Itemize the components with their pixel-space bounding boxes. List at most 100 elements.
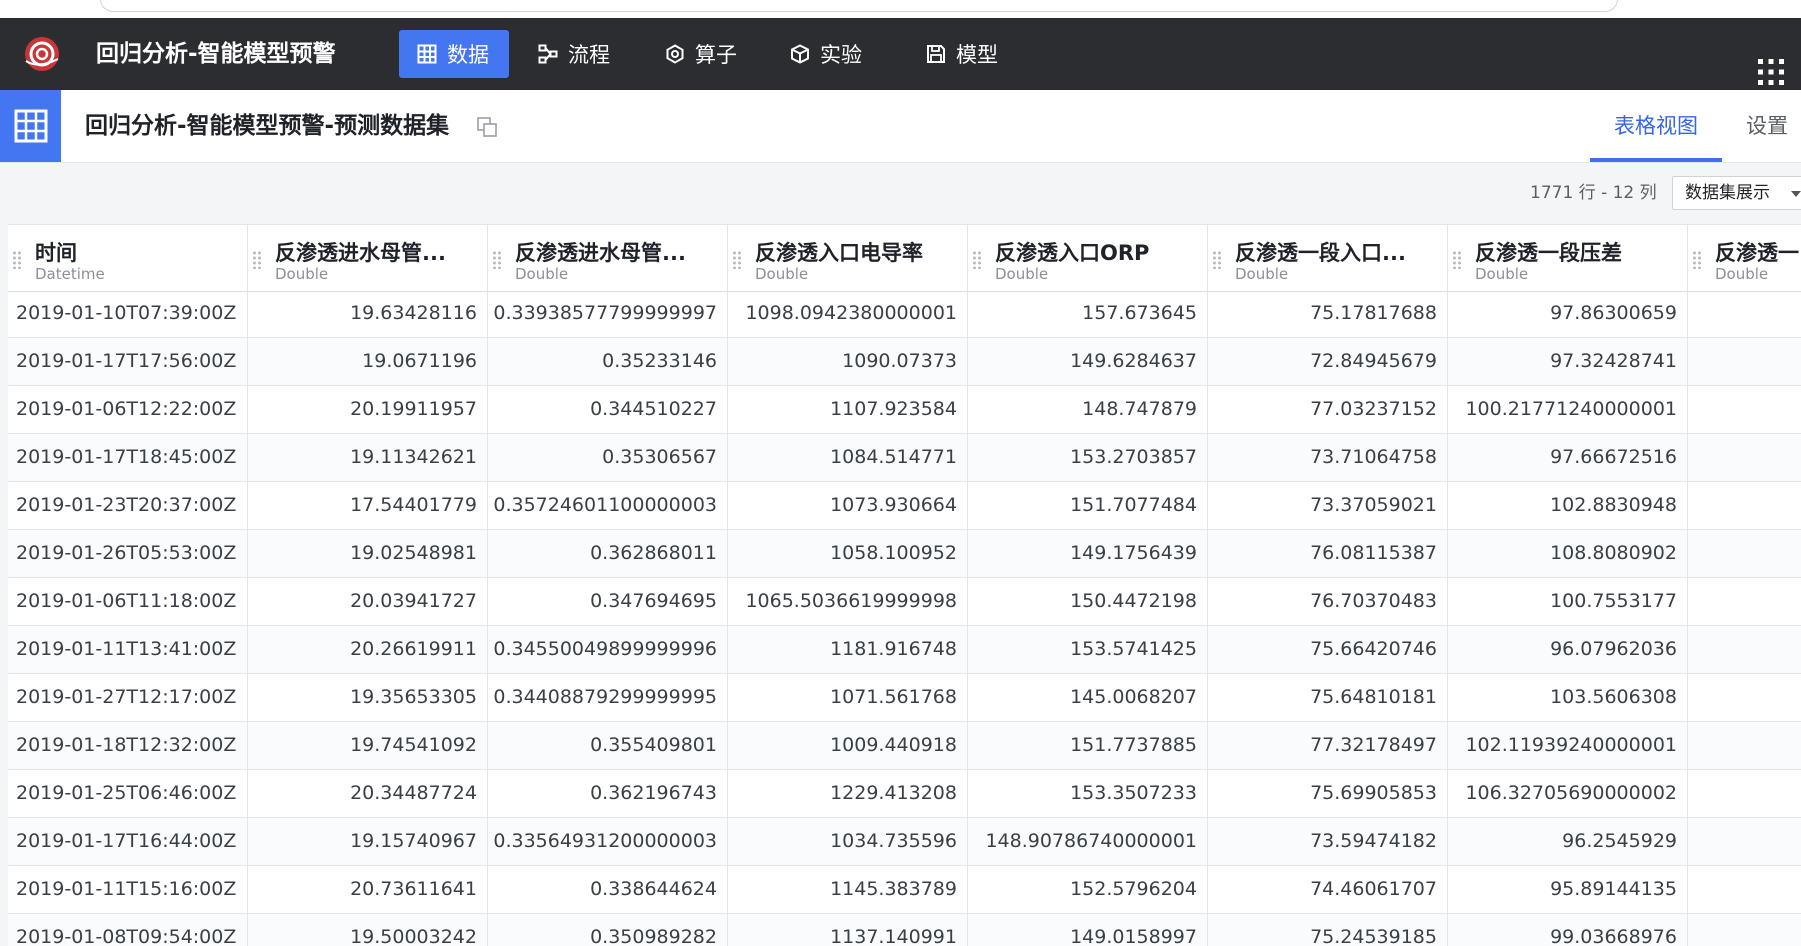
drag-handle-icon[interactable]	[12, 251, 22, 269]
drag-handle-icon[interactable]	[972, 251, 982, 269]
value-cell[interactable]: 0.347694695	[488, 578, 728, 625]
value-cell[interactable]: 0.362196743	[488, 770, 728, 817]
value-cell[interactable]: 152.5796204	[968, 866, 1208, 913]
column-header[interactable]: 反渗透进水母管... Double	[248, 225, 488, 291]
value-cell[interactable]: 0.33938577799999997	[488, 290, 728, 337]
value-cell[interactable]: 102.8830948	[1448, 482, 1688, 529]
browser-url-bar[interactable]	[100, 0, 1618, 12]
value-cell[interactable]: 1145.383789	[728, 866, 968, 913]
value-cell[interactable]: 76.70370483	[1208, 578, 1448, 625]
value-cell[interactable]	[1688, 722, 1801, 769]
table-row[interactable]: 2019-01-18T12:32:00Z 19.74541092 0.3554098…	[8, 722, 1801, 770]
value-cell[interactable]	[1688, 818, 1801, 865]
value-cell[interactable]: 1181.916748	[728, 626, 968, 673]
time-cell[interactable]: 2019-01-26T05:53:00Z	[8, 530, 248, 577]
table-row[interactable]: 2019-01-10T07:39:00Z 19.63428116 0.3393857…	[8, 290, 1801, 338]
value-cell[interactable]: 19.50003242	[248, 914, 488, 946]
value-cell[interactable]: 0.338644624	[488, 866, 728, 913]
value-cell[interactable]: 1137.140991	[728, 914, 968, 946]
value-cell[interactable]: 1009.440918	[728, 722, 968, 769]
time-cell[interactable]: 2019-01-06T11:18:00Z	[8, 578, 248, 625]
value-cell[interactable]: 19.63428116	[248, 290, 488, 337]
value-cell[interactable]	[1688, 290, 1801, 337]
value-cell[interactable]: 1065.5036619999998	[728, 578, 968, 625]
drag-handle-icon[interactable]	[492, 251, 502, 269]
value-cell[interactable]	[1688, 530, 1801, 577]
value-cell[interactable]	[1688, 866, 1801, 913]
value-cell[interactable]: 19.74541092	[248, 722, 488, 769]
value-cell[interactable]	[1688, 674, 1801, 721]
value-cell[interactable]: 75.69905853	[1208, 770, 1448, 817]
column-header[interactable]: 反渗透一段压差 Double	[1448, 225, 1688, 291]
time-cell[interactable]: 2019-01-10T07:39:00Z	[8, 290, 248, 337]
value-cell[interactable]: 19.0671196	[248, 338, 488, 385]
time-cell[interactable]: 2019-01-27T12:17:00Z	[8, 674, 248, 721]
value-cell[interactable]	[1688, 578, 1801, 625]
value-cell[interactable]: 1034.735596	[728, 818, 968, 865]
value-cell[interactable]	[1688, 770, 1801, 817]
value-cell[interactable]: 1090.07373	[728, 338, 968, 385]
value-cell[interactable]	[1688, 914, 1801, 946]
apps-grid-icon[interactable]	[1758, 59, 1784, 85]
time-cell[interactable]: 2019-01-11T15:16:00Z	[8, 866, 248, 913]
time-cell[interactable]: 2019-01-25T06:46:00Z	[8, 770, 248, 817]
table-row[interactable]: 2019-01-23T20:37:00Z 17.54401779 0.3572460…	[8, 482, 1801, 530]
value-cell[interactable]: 20.19911957	[248, 386, 488, 433]
value-cell[interactable]: 1229.413208	[728, 770, 968, 817]
nav-tab-flow[interactable]: 流程	[538, 30, 610, 78]
table-row[interactable]: 2019-01-17T17:56:00Z 19.0671196 0.35233146…	[8, 338, 1801, 386]
table-row[interactable]: 2019-01-06T11:18:00Z 20.03941727 0.3476946…	[8, 578, 1801, 626]
value-cell[interactable]	[1688, 386, 1801, 433]
value-cell[interactable]: 96.2545929	[1448, 818, 1688, 865]
value-cell[interactable]: 20.73611641	[248, 866, 488, 913]
value-cell[interactable]: 1098.0942380000001	[728, 290, 968, 337]
table-row[interactable]: 2019-01-08T09:54:00Z 19.50003242 0.3509892…	[8, 914, 1801, 946]
value-cell[interactable]: 0.33564931200000003	[488, 818, 728, 865]
value-cell[interactable]: 99.03668976	[1448, 914, 1688, 946]
value-cell[interactable]: 153.2703857	[968, 434, 1208, 481]
drag-handle-icon[interactable]	[1452, 251, 1462, 269]
value-cell[interactable]: 97.66672516	[1448, 434, 1688, 481]
value-cell[interactable]: 149.1756439	[968, 530, 1208, 577]
value-cell[interactable]: 20.03941727	[248, 578, 488, 625]
value-cell[interactable]: 151.7737885	[968, 722, 1208, 769]
value-cell[interactable]: 0.35233146	[488, 338, 728, 385]
dataset-view-select[interactable]: 数据集展示	[1672, 176, 1801, 210]
value-cell[interactable]: 19.02548981	[248, 530, 488, 577]
value-cell[interactable]	[1688, 626, 1801, 673]
column-header[interactable]: 时间 Datetime	[8, 225, 248, 291]
value-cell[interactable]: 73.59474182	[1208, 818, 1448, 865]
value-cell[interactable]: 96.07962036	[1448, 626, 1688, 673]
nav-tab-experiment[interactable]: 实验	[790, 30, 862, 78]
value-cell[interactable]: 1058.100952	[728, 530, 968, 577]
column-header[interactable]: 反渗透入口ORP Double	[968, 225, 1208, 291]
value-cell[interactable]: 100.7553177	[1448, 578, 1688, 625]
nav-tab-data[interactable]: 数据	[399, 30, 509, 78]
table-row[interactable]: 2019-01-06T12:22:00Z 20.19911957 0.3445102…	[8, 386, 1801, 434]
drag-handle-icon[interactable]	[1212, 251, 1222, 269]
value-cell[interactable]: 75.24539185	[1208, 914, 1448, 946]
value-cell[interactable]: 73.37059021	[1208, 482, 1448, 529]
time-cell[interactable]: 2019-01-08T09:54:00Z	[8, 914, 248, 946]
value-cell[interactable]	[1688, 482, 1801, 529]
time-cell[interactable]: 2019-01-17T16:44:00Z	[8, 818, 248, 865]
value-cell[interactable]: 0.34550049899999996	[488, 626, 728, 673]
column-header[interactable]: 反渗透进水母管... Double	[488, 225, 728, 291]
value-cell[interactable]: 97.86300659	[1448, 290, 1688, 337]
table-row[interactable]: 2019-01-26T05:53:00Z 19.02548981 0.3628680…	[8, 530, 1801, 578]
value-cell[interactable]: 1073.930664	[728, 482, 968, 529]
column-header[interactable]: 反渗透一段入口... Double	[1208, 225, 1448, 291]
value-cell[interactable]: 75.64810181	[1208, 674, 1448, 721]
value-cell[interactable]: 149.0158997	[968, 914, 1208, 946]
app-logo-icon[interactable]	[18, 35, 66, 73]
tab-settings[interactable]: 设置	[1746, 90, 1801, 162]
drag-handle-icon[interactable]	[732, 251, 742, 269]
value-cell[interactable]: 1071.561768	[728, 674, 968, 721]
value-cell[interactable]: 0.35306567	[488, 434, 728, 481]
value-cell[interactable]: 19.11342621	[248, 434, 488, 481]
value-cell[interactable]: 75.66420746	[1208, 626, 1448, 673]
table-row[interactable]: 2019-01-25T06:46:00Z 20.34487724 0.3621967…	[8, 770, 1801, 818]
value-cell[interactable]: 148.90786740000001	[968, 818, 1208, 865]
drag-handle-icon[interactable]	[1692, 251, 1702, 269]
copy-icon[interactable]	[476, 116, 498, 138]
